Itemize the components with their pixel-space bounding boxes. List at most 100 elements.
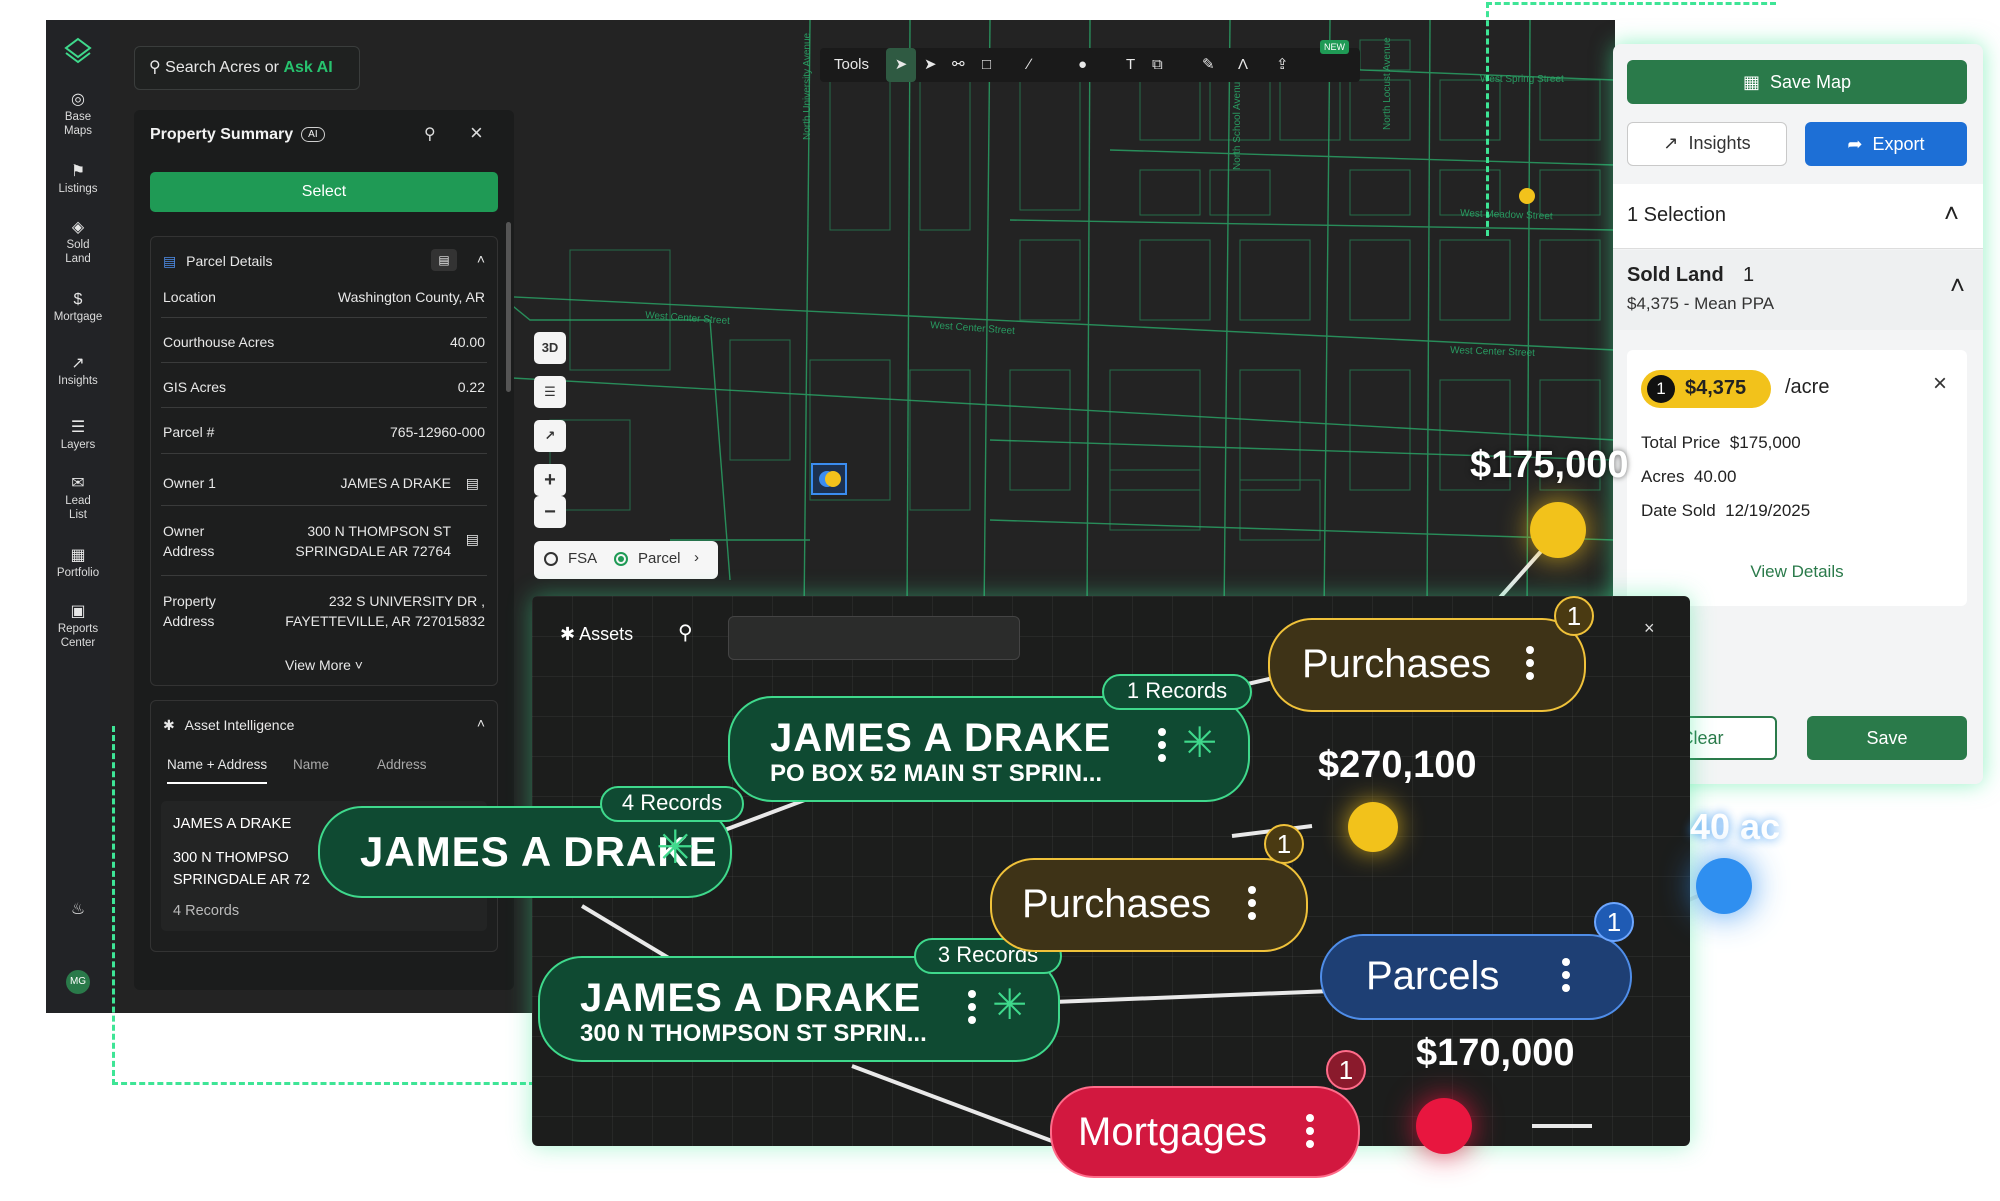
parcel-row: Location Washington County, AR (163, 289, 485, 305)
parcel-radio[interactable] (614, 552, 628, 566)
date-sold-row: Date Sold 12/19/2025 (1641, 501, 1811, 520)
save-map-button[interactable]: ▦ Save Map (1627, 60, 1967, 104)
address-lookup-icon[interactable]: ▤ (466, 529, 479, 549)
flag-icon: ⚑ (70, 163, 86, 180)
select-button[interactable]: Select (150, 172, 498, 212)
chevron-up-icon[interactable]: ˄ (477, 251, 485, 267)
parcel-row: Courthouse Acres 40.00 (163, 334, 485, 350)
search-icon[interactable]: ⚲ (678, 620, 693, 645)
app-logo-icon[interactable] (63, 36, 93, 66)
purchases-node-mid[interactable]: Purchases (990, 858, 1308, 952)
owner-lookup-icon[interactable]: ▤ (466, 475, 479, 492)
price-badge: 1 $4,375 (1641, 370, 1771, 408)
insights-icon: ↗ (71, 355, 85, 372)
owner-address-row: Owner Address 300 N THOMPSON ST SPRINGDAL… (163, 523, 479, 559)
ai-spark-icon: ✳ (656, 821, 695, 873)
parcel-details-header[interactable]: ▤ Parcel Details ▤ ˄ (163, 249, 485, 271)
layer-toggle: FSA Parcel › (534, 541, 718, 579)
close-icon[interactable]: × (470, 120, 483, 146)
chevron-up-icon[interactable]: ˄ (1950, 270, 1965, 301)
nav-insights[interactable]: ↗ Insights (46, 354, 110, 388)
close-icon[interactable]: × (1933, 370, 1947, 398)
asset-intel-header[interactable]: ✱ Asset Intelligence ˄ (163, 715, 485, 734)
search-icon: ⚲ (149, 59, 161, 76)
chevron-up-icon[interactable]: ˄ (1944, 198, 1959, 229)
tab-name[interactable]: Name (293, 757, 329, 772)
location-pin-icon[interactable]: ⚲ (424, 124, 436, 144)
parcel-value-dot[interactable] (1696, 858, 1752, 914)
more-menu-icon[interactable] (1248, 886, 1256, 925)
total-price-row: Total Price $175,000 (1641, 433, 1801, 452)
compass-icon[interactable]: Λ (1238, 48, 1248, 82)
insights-button[interactable]: ↗ Insights (1627, 122, 1787, 166)
selected-parcel-marker[interactable] (811, 463, 847, 495)
count-badge: 1 (1326, 1050, 1366, 1090)
mortgages-node[interactable]: Mortgages (1050, 1086, 1360, 1178)
chevron-right-icon[interactable]: › (694, 549, 699, 566)
nav-listings[interactable]: ⚑ Listings (46, 162, 110, 196)
layers-button-icon[interactable]: ☰ (534, 376, 566, 408)
sold-listing-card[interactable]: 1 $4,375 /acre × Total Price $175,000 Ac… (1627, 350, 1967, 606)
panel-title: Property Summary AI (150, 126, 325, 144)
layers-icon: ☰ (70, 419, 86, 436)
svg-text:North University Avenue: North University Avenue (802, 32, 813, 140)
mortgage-value-dot[interactable] (1416, 1098, 1472, 1154)
more-menu-icon[interactable] (1526, 646, 1534, 685)
asterisk-icon: ✱ (560, 624, 576, 644)
ruler-icon[interactable]: ✎ (1202, 48, 1215, 82)
line-tool-icon[interactable]: ∕ (1028, 48, 1031, 82)
sold-land-header[interactable]: Sold Land 1 $4,375 - Mean PPA ˄ (1613, 250, 1983, 330)
shape-tool-icon[interactable]: □ (982, 48, 991, 82)
share-arrow-icon: ➦ (1847, 134, 1863, 154)
nav-sold-land[interactable]: ◈ Sold Land (46, 218, 110, 266)
tag-icon: ◈ (71, 219, 85, 236)
more-menu-icon[interactable] (968, 990, 976, 1029)
zoom-in-button[interactable]: + (534, 464, 566, 496)
marker-tool-icon[interactable]: ● (1078, 48, 1087, 82)
svg-text:North Locust Avenue: North Locust Avenue (1382, 37, 1393, 130)
parcels-node[interactable]: Parcels (1320, 934, 1632, 1020)
save-button[interactable]: Save (1807, 716, 1967, 760)
3d-button[interactable]: 3D (534, 332, 566, 364)
more-menu-icon[interactable] (1562, 958, 1570, 997)
view-details-link[interactable]: View Details (1627, 562, 1967, 582)
avatar[interactable]: MG (66, 970, 90, 994)
nav-base-maps[interactable]: ◎ Base Maps (46, 90, 110, 138)
tab-address[interactable]: Address (377, 757, 427, 772)
map-toolbar: Tools ➤ ➤ ⚯ □ ∕ ● T ⧉ ✎ Λ ⇪ NEW (820, 40, 1360, 82)
records-badge: 4 Records (600, 786, 744, 822)
purchase-value-dot[interactable] (1348, 802, 1398, 852)
purchase-value-dot[interactable] (1530, 502, 1586, 558)
multi-select-icon[interactable]: ➤ (924, 48, 937, 82)
nav-lead-list[interactable]: ✉ Lead List (46, 474, 110, 522)
purchases-node-top[interactable]: Purchases (1268, 618, 1586, 712)
count-badge: 1 (1264, 824, 1304, 864)
more-menu-icon[interactable] (1158, 728, 1166, 767)
notifications-bell-icon[interactable]: ♨ (46, 900, 110, 920)
selection-header[interactable]: 1 Selection ˄ (1613, 184, 1983, 249)
nav-portfolio[interactable]: ▦ Portfolio (46, 546, 110, 580)
text-tool-icon[interactable]: T (1126, 48, 1135, 82)
id-card-icon[interactable]: ▤ (431, 249, 457, 271)
owner-node-po-box[interactable]: JAMES A DRAKE PO BOX 52 MAIN ST SPRIN...… (728, 696, 1250, 802)
close-icon[interactable]: × (1644, 618, 1655, 639)
fsa-radio[interactable] (544, 552, 558, 566)
export-button[interactable]: ➦ Export (1805, 122, 1967, 166)
overlay-tool-icon[interactable]: ⧉ (1152, 48, 1163, 82)
nav-mortgage[interactable]: $ Mortgage (46, 290, 110, 324)
nav-layers[interactable]: ☰ Layers (46, 418, 110, 452)
nav-reports-center[interactable]: ▣ Reports Center (46, 602, 110, 650)
upload-icon[interactable]: ⇪ (1276, 48, 1289, 82)
tab-name-address[interactable]: Name + Address (167, 757, 268, 784)
more-menu-icon[interactable] (1306, 1114, 1314, 1153)
panel-scrollbar[interactable] (506, 222, 511, 392)
assets-search-input[interactable] (728, 616, 1020, 660)
acres-row: Acres 40.00 (1641, 467, 1737, 486)
pin-person-icon[interactable]: ⚯ (952, 48, 965, 82)
chevron-up-icon[interactable]: ˄ (477, 715, 485, 731)
insights-map-icon[interactable]: ↗ (534, 420, 566, 452)
search-box[interactable]: ⚲ Search Acres or Ask AI (134, 46, 360, 90)
select-tool-icon[interactable]: ➤ (886, 48, 916, 82)
zoom-out-button[interactable]: − (534, 496, 566, 528)
view-more-link[interactable]: View More ˅ (163, 657, 485, 673)
